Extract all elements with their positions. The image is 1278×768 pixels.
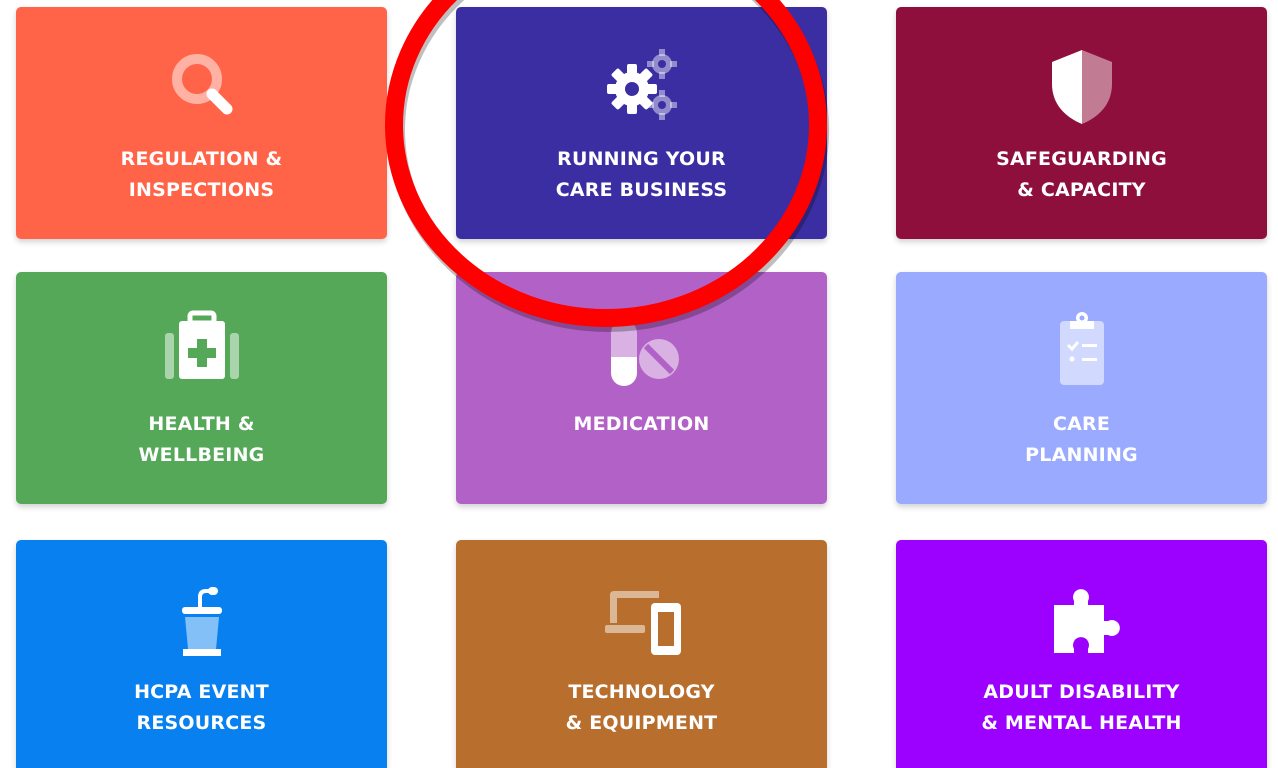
lectern-icon — [157, 575, 247, 665]
shield-icon — [1037, 42, 1127, 132]
tile-regulation-inspections[interactable]: REGULATION & INSPECTIONS — [16, 7, 387, 239]
tile-running-your-care-business[interactable]: RUNNING YOUR CARE BUSINESS — [456, 7, 827, 239]
tile-safeguarding-capacity[interactable]: SAFEGUARDING & CAPACITY — [896, 7, 1267, 239]
pills-icon — [597, 307, 687, 397]
tile-label: SAFEGUARDING & CAPACITY — [896, 144, 1267, 206]
tile-label-line2: & EQUIPMENT — [565, 712, 718, 734]
category-grid: REGULATION & INSPECTIONS RUNNING YOUR CA… — [0, 0, 1278, 768]
tile-label-line1: SAFEGUARDING — [996, 148, 1167, 170]
tile-label: HEALTH & WELLBEING — [16, 409, 387, 471]
tile-health-wellbeing[interactable]: HEALTH & WELLBEING — [16, 272, 387, 504]
tile-label-line1: MEDICATION — [573, 413, 710, 435]
tile-care-planning[interactable]: CARE PLANNING — [896, 272, 1267, 504]
tile-label-line1: RUNNING YOUR — [557, 148, 726, 170]
tile-label-line2: INSPECTIONS — [128, 179, 275, 201]
tile-label-line1: REGULATION & — [120, 148, 283, 170]
tile-label-line2: CARE BUSINESS — [555, 179, 728, 201]
tile-label-line2: PLANNING — [1025, 444, 1138, 466]
tile-label-line1: ADULT DISABILITY — [983, 681, 1180, 703]
tile-label-line2: & CAPACITY — [1017, 179, 1146, 201]
clipboard-checklist-icon — [1037, 307, 1127, 397]
tile-technology-equipment[interactable]: TECHNOLOGY & EQUIPMENT — [456, 540, 827, 768]
tile-label: CARE PLANNING — [896, 409, 1267, 471]
tile-label-line2: & MENTAL HEALTH — [981, 712, 1182, 734]
tile-label-line1: TECHNOLOGY — [568, 681, 715, 703]
tile-label-line1: HEALTH & — [148, 413, 255, 435]
devices-icon — [597, 575, 687, 665]
puzzle-piece-icon — [1037, 575, 1127, 665]
magnifier-icon — [157, 42, 247, 132]
tile-label: MEDICATION — [456, 409, 827, 440]
tile-label-line1: HCPA EVENT — [134, 681, 269, 703]
medical-kit-icon — [157, 307, 247, 397]
tile-label: RUNNING YOUR CARE BUSINESS — [456, 144, 827, 206]
tile-label: TECHNOLOGY & EQUIPMENT — [456, 677, 827, 739]
tile-label-line1: CARE — [1052, 413, 1111, 435]
gears-icon — [597, 42, 687, 132]
tile-hcpa-event-resources[interactable]: HCPA EVENT RESOURCES — [16, 540, 387, 768]
tile-label: HCPA EVENT RESOURCES — [16, 677, 387, 739]
tile-label: ADULT DISABILITY & MENTAL HEALTH — [896, 677, 1267, 739]
tile-label: REGULATION & INSPECTIONS — [16, 144, 387, 206]
tile-adult-disability-mental-health[interactable]: ADULT DISABILITY & MENTAL HEALTH — [896, 540, 1267, 768]
tile-medication[interactable]: MEDICATION — [456, 272, 827, 504]
tile-label-line2: WELLBEING — [138, 444, 265, 466]
tile-label-line2: RESOURCES — [136, 712, 267, 734]
